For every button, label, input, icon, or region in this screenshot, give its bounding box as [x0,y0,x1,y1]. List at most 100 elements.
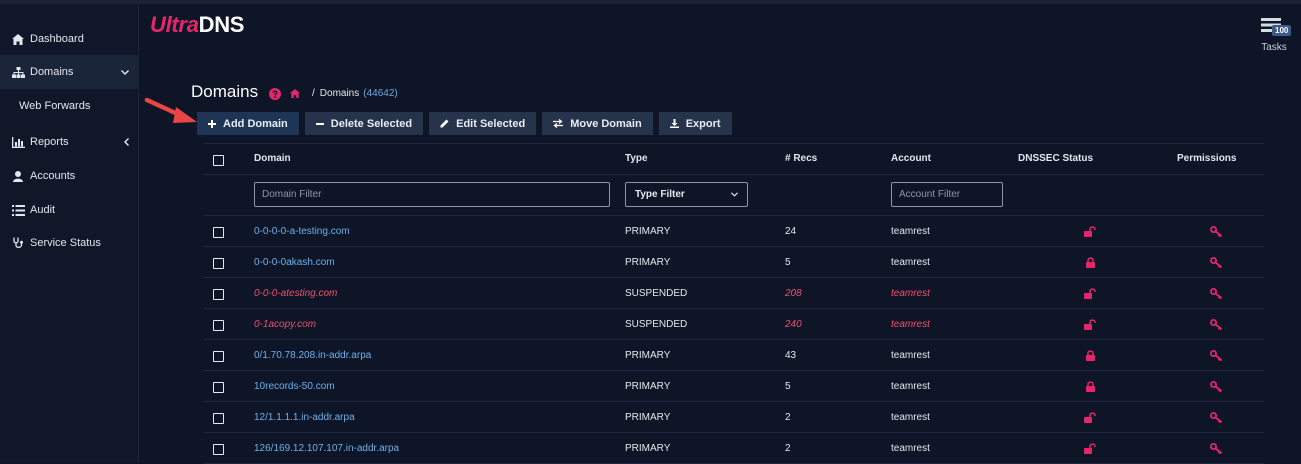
add-domain-button[interactable]: Add Domain [197,112,299,135]
download-icon [669,119,679,128]
exchange-icon [553,119,564,128]
sidebar-item-accounts[interactable]: Accounts [0,159,138,193]
lock-icon[interactable] [1086,350,1095,364]
domain-type: PRIMARY [625,443,671,454]
export-button[interactable]: Export [658,112,732,135]
account-name: teamrest [891,350,930,361]
lock-icon[interactable] [1086,257,1095,271]
help-icon[interactable] [269,87,281,105]
sidebar-item-domains[interactable]: Domains [0,55,138,89]
key-icon[interactable] [1210,412,1223,426]
header-account[interactable]: Account [891,153,931,164]
domain-link[interactable]: 0/1.70.78.208.in-addr.arpa [254,350,371,361]
header-dnssec-status[interactable]: DNSSEC Status [1018,153,1093,164]
annotation-arrow-icon [144,97,197,123]
tasks-count-badge: 100 [1272,25,1292,36]
table-row[interactable]: 10records-50.com PRIMARY 5 teamrest [204,371,1264,402]
header-permissions: Permissions [1177,153,1237,164]
domain-link[interactable]: 12/1.1.1.1.in-addr.arpa [254,412,355,423]
table-row[interactable]: 0-0-0-0akash.com PRIMARY 5 teamrest [204,247,1264,278]
domain-link[interactable]: 126/169.12.107.107.in-addr.arpa [254,443,399,454]
type-filter-select[interactable]: Type Filter [625,182,748,207]
logo-part-ultra: Ultra [150,12,199,37]
row-checkbox[interactable] [213,413,224,424]
sidebar-item-dashboard[interactable]: Dashboard [0,22,138,56]
table-row[interactable]: 0-0-0-0-a-testing.com PRIMARY 24 teamrest [204,216,1264,247]
domain-link[interactable]: 0-1acopy.com [254,319,316,330]
account-filter-input[interactable]: Account Filter [891,182,1003,207]
unlock-icon[interactable] [1084,412,1096,426]
account-name: teamrest [891,443,930,454]
chevron-left-icon [124,125,129,159]
table-row[interactable]: 0/1.70.78.208.in-addr.arpa PRIMARY 43 teamr… [204,340,1264,371]
domain-link[interactable]: 10records-50.com [254,381,335,392]
account-name: teamrest [891,319,930,330]
table-row[interactable]: 12/1.1.1.1.in-addr.arpa PRIMARY 2 teamrest [204,402,1264,433]
key-icon[interactable] [1210,350,1223,364]
record-count: 2 [785,412,791,423]
delete-selected-label: Delete Selected [330,117,413,130]
pencil-icon [440,119,449,128]
header-recs[interactable]: # Recs [785,153,817,164]
row-checkbox[interactable] [213,444,224,455]
row-checkbox[interactable] [213,351,224,362]
export-label: Export [685,117,721,130]
table-row[interactable]: 0-1acopy.com SUSPENDED 240 teamrest [204,309,1264,340]
table-row[interactable]: 126/169.12.107.107.in-addr.arpa PRIMARY 2 t… [204,433,1264,464]
edit-selected-button[interactable]: Edit Selected [429,112,537,135]
row-checkbox[interactable] [213,227,224,238]
row-checkbox[interactable] [213,289,224,300]
record-count: 43 [785,350,797,361]
unlock-icon[interactable] [1084,226,1096,240]
domain-link[interactable]: 0-0-0-0akash.com [254,257,335,268]
type-filter-value: Type Filter [635,189,685,200]
bar-chart-icon [11,136,25,148]
sidebar-item-label: Service Status [30,237,101,249]
domain-filter-input[interactable]: Domain Filter [254,182,610,207]
breadcrumb-current: Domains [319,88,360,99]
sidebar-item-service-status[interactable]: Service Status [0,226,138,260]
key-icon[interactable] [1210,443,1223,457]
domain-link[interactable]: 0-0-0-atesting.com [254,288,337,299]
logo-part-dns: DNS [198,12,245,37]
row-checkbox[interactable] [213,382,224,393]
domain-filter-placeholder: Domain Filter [262,189,322,200]
sidebar-item-label: Domains [30,66,74,78]
record-count: 24 [785,226,797,237]
ultradns-logo[interactable]: UltraDNS [150,12,244,38]
top-bar [0,0,1301,4]
account-filter-placeholder: Account Filter [899,189,961,200]
breadcrumb: / Domains (44642) [290,88,398,99]
tasks-label: Tasks [1261,42,1287,53]
sidebar-item-web-forwards[interactable]: Web Forwards [19,100,90,112]
delete-selected-button[interactable]: Delete Selected [304,112,424,135]
select-all-checkbox[interactable] [213,155,224,166]
chevron-down-icon [731,189,738,200]
sidebar-item-label: Reports [30,136,69,148]
key-icon[interactable] [1210,257,1223,271]
stethoscope-icon [11,237,25,249]
move-domain-button[interactable]: Move Domain [542,112,653,135]
unlock-icon[interactable] [1084,319,1096,333]
chevron-down-icon [121,55,129,89]
lock-icon[interactable] [1086,381,1095,395]
sidebar-item-audit[interactable]: Audit [0,193,138,227]
unlock-icon[interactable] [1084,443,1096,457]
record-count: 2 [785,443,791,454]
sidebar-item-reports[interactable]: Reports [0,125,138,159]
row-checkbox[interactable] [213,320,224,331]
account-name: teamrest [891,257,930,268]
key-icon[interactable] [1210,226,1223,240]
unlock-icon[interactable] [1084,288,1096,302]
key-icon[interactable] [1210,288,1223,302]
breadcrumb-home-icon[interactable] [290,89,300,98]
domain-link[interactable]: 0-0-0-0-a-testing.com [254,226,350,237]
key-icon[interactable] [1210,381,1223,395]
row-checkbox[interactable] [213,258,224,269]
domain-type: PRIMARY [625,350,671,361]
header-type[interactable]: Type [625,153,648,164]
table-row[interactable]: 0-0-0-atesting.com SUSPENDED 208 teamrest [204,278,1264,309]
header-domain[interactable]: Domain [254,153,291,164]
toolbar: Add Domain Delete Selected Edit Selected… [197,112,738,135]
key-icon[interactable] [1210,319,1223,333]
